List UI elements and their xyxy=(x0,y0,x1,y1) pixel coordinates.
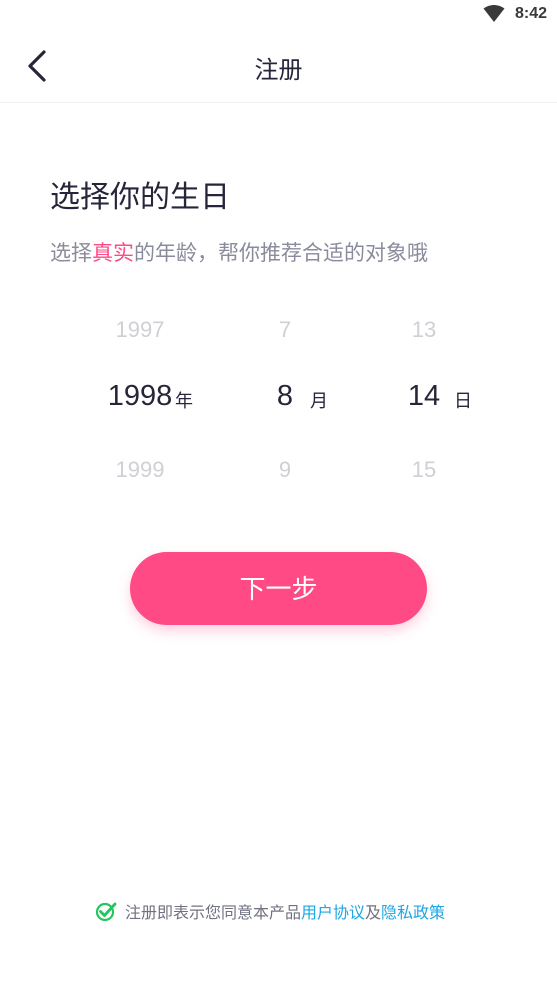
status-time: 8:42 xyxy=(514,5,547,22)
day-option-prev[interactable]: 13 xyxy=(369,317,479,343)
subheading-highlight: 真实 xyxy=(92,241,134,265)
day-wheel[interactable]: 13 14 15 xyxy=(380,300,490,500)
check-circle-icon[interactable] xyxy=(95,900,117,922)
privacy-policy-link[interactable]: 隐私政策 xyxy=(381,899,445,923)
subheading-suffix: 的年龄，帮你推荐合适的对象哦 xyxy=(134,241,428,265)
app-bar: 注册 xyxy=(0,30,557,103)
day-option-next[interactable]: 15 xyxy=(369,457,479,483)
user-agreement-link[interactable]: 用户协议 xyxy=(301,899,365,923)
year-unit-label: 年 xyxy=(175,391,193,412)
day-unit-label: 日 xyxy=(454,391,472,412)
agreement-and: 及 xyxy=(365,903,382,922)
wifi-icon xyxy=(483,5,505,22)
agreement-row: 注册即表示您同意本产品 用户协议 及 隐私政策 xyxy=(95,900,445,922)
status-bar: 8:42 xyxy=(0,0,557,30)
agreement-text: 注册即表示您同意本产品 xyxy=(125,903,302,922)
month-unit-label: 月 xyxy=(310,391,328,412)
subheading-prefix: 选择 xyxy=(50,241,92,265)
year-option-next[interactable]: 1999 xyxy=(75,457,205,483)
month-option-prev[interactable]: 7 xyxy=(235,317,335,343)
next-step-button[interactable]: 下一步 xyxy=(130,552,427,625)
month-option-next[interactable]: 9 xyxy=(235,457,335,483)
page-title: 注册 xyxy=(254,56,303,84)
date-picker: 1997 1998 1999 年 7 8 9 月 13 14 15 日 xyxy=(0,300,557,500)
birthday-subheading: 选择真实的年龄，帮你推荐合适的对象哦 xyxy=(50,237,428,267)
year-option-prev[interactable]: 1997 xyxy=(75,317,205,343)
birthday-heading: 选择你的生日 xyxy=(50,180,230,215)
